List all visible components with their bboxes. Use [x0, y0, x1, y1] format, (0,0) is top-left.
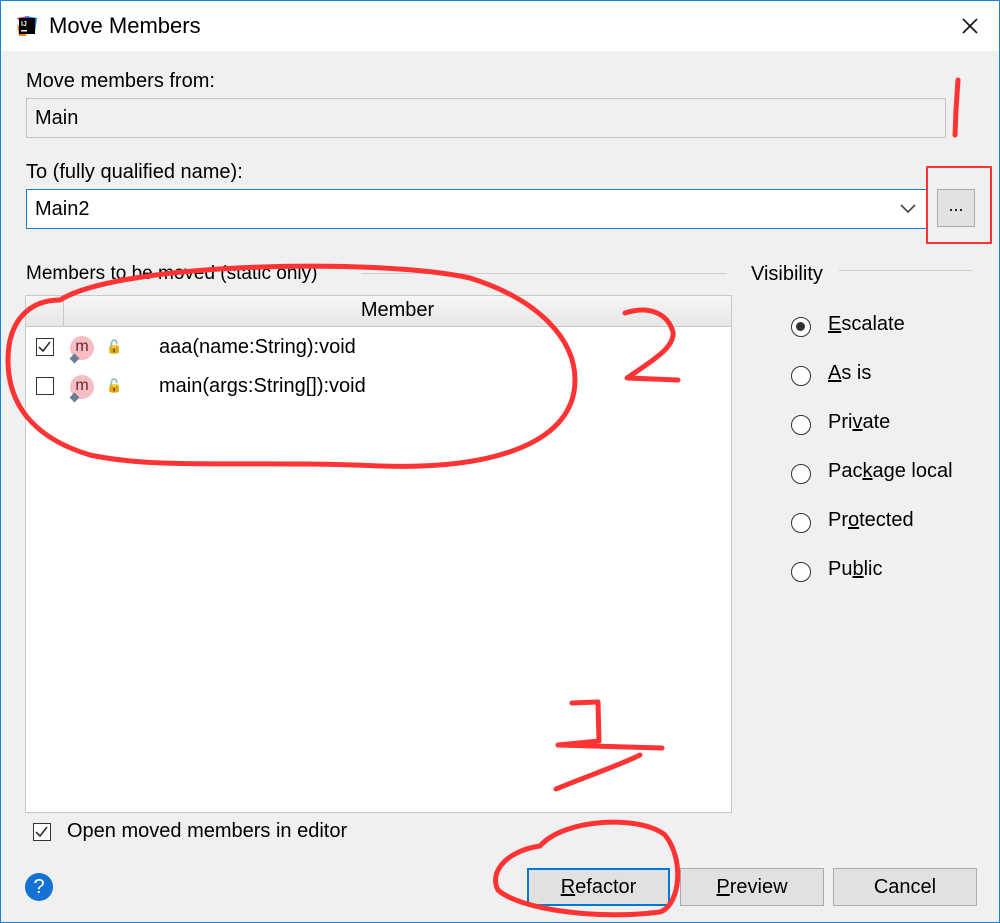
preview-button[interactable]: Preview: [680, 868, 824, 906]
row-checkbox[interactable]: [36, 377, 54, 395]
header-check-column[interactable]: [26, 296, 64, 326]
members-separator: [361, 273, 727, 274]
from-field: Main: [26, 98, 946, 138]
check-icon: [38, 341, 51, 353]
refactor-button[interactable]: Refactor: [527, 868, 670, 906]
radio-label: As is: [828, 362, 872, 384]
member-signature: aaa(name:String):void: [159, 336, 356, 358]
table-row[interactable]: m 🔓 aaa(name:String):void: [26, 329, 731, 368]
intellij-idea-icon: IJ: [17, 16, 37, 36]
to-label: To (fully qualified name):: [26, 161, 243, 183]
radio-button[interactable]: [791, 415, 811, 435]
browse-button[interactable]: ...: [937, 189, 975, 227]
svg-text:IJ: IJ: [21, 21, 27, 28]
check-icon: [35, 826, 48, 838]
open-in-editor-label[interactable]: Open moved members in editor: [67, 820, 347, 843]
move-members-dialog: IJ Move Members Move members from: Main …: [0, 0, 1000, 923]
visibility-label: Visibility: [751, 263, 823, 285]
close-icon[interactable]: [955, 11, 985, 41]
from-value: Main: [35, 106, 79, 129]
table-row[interactable]: m 🔓 main(args:String[]):void: [26, 368, 731, 407]
public-lock-icon: 🔓: [106, 339, 123, 354]
radio-button[interactable]: [791, 366, 811, 386]
radio-label: Escalate: [828, 313, 905, 335]
from-label: Move members from:: [26, 70, 215, 92]
help-icon[interactable]: ?: [25, 873, 53, 901]
open-in-editor-checkbox[interactable]: [33, 823, 51, 841]
row-checkbox[interactable]: [36, 338, 54, 356]
cancel-button[interactable]: Cancel: [833, 868, 977, 906]
visibility-separator: [839, 270, 972, 271]
radio-label: Private: [828, 411, 891, 433]
radio-label: Public: [828, 558, 883, 580]
public-lock-icon: 🔓: [106, 378, 123, 393]
radio-label: Protected: [828, 509, 914, 531]
radio-button[interactable]: [791, 513, 811, 533]
chevron-down-icon[interactable]: [899, 200, 917, 218]
member-signature: main(args:String[]):void: [159, 375, 366, 397]
radio-label: Package local: [828, 460, 953, 482]
table-header: Member: [26, 296, 731, 327]
radio-button[interactable]: [791, 317, 811, 337]
radio-button[interactable]: [791, 562, 811, 582]
header-member[interactable]: Member: [64, 299, 731, 322]
to-combobox[interactable]: Main2: [26, 189, 928, 229]
members-section-label: Members to be moved (static only): [26, 263, 318, 284]
dialog-title: Move Members: [49, 13, 201, 38]
title-bar: IJ Move Members: [1, 1, 999, 51]
to-value[interactable]: Main2: [35, 198, 89, 221]
radio-button[interactable]: [791, 464, 811, 484]
members-table: Member m 🔓 aaa(name:String):void m 🔓 mai…: [25, 295, 732, 813]
